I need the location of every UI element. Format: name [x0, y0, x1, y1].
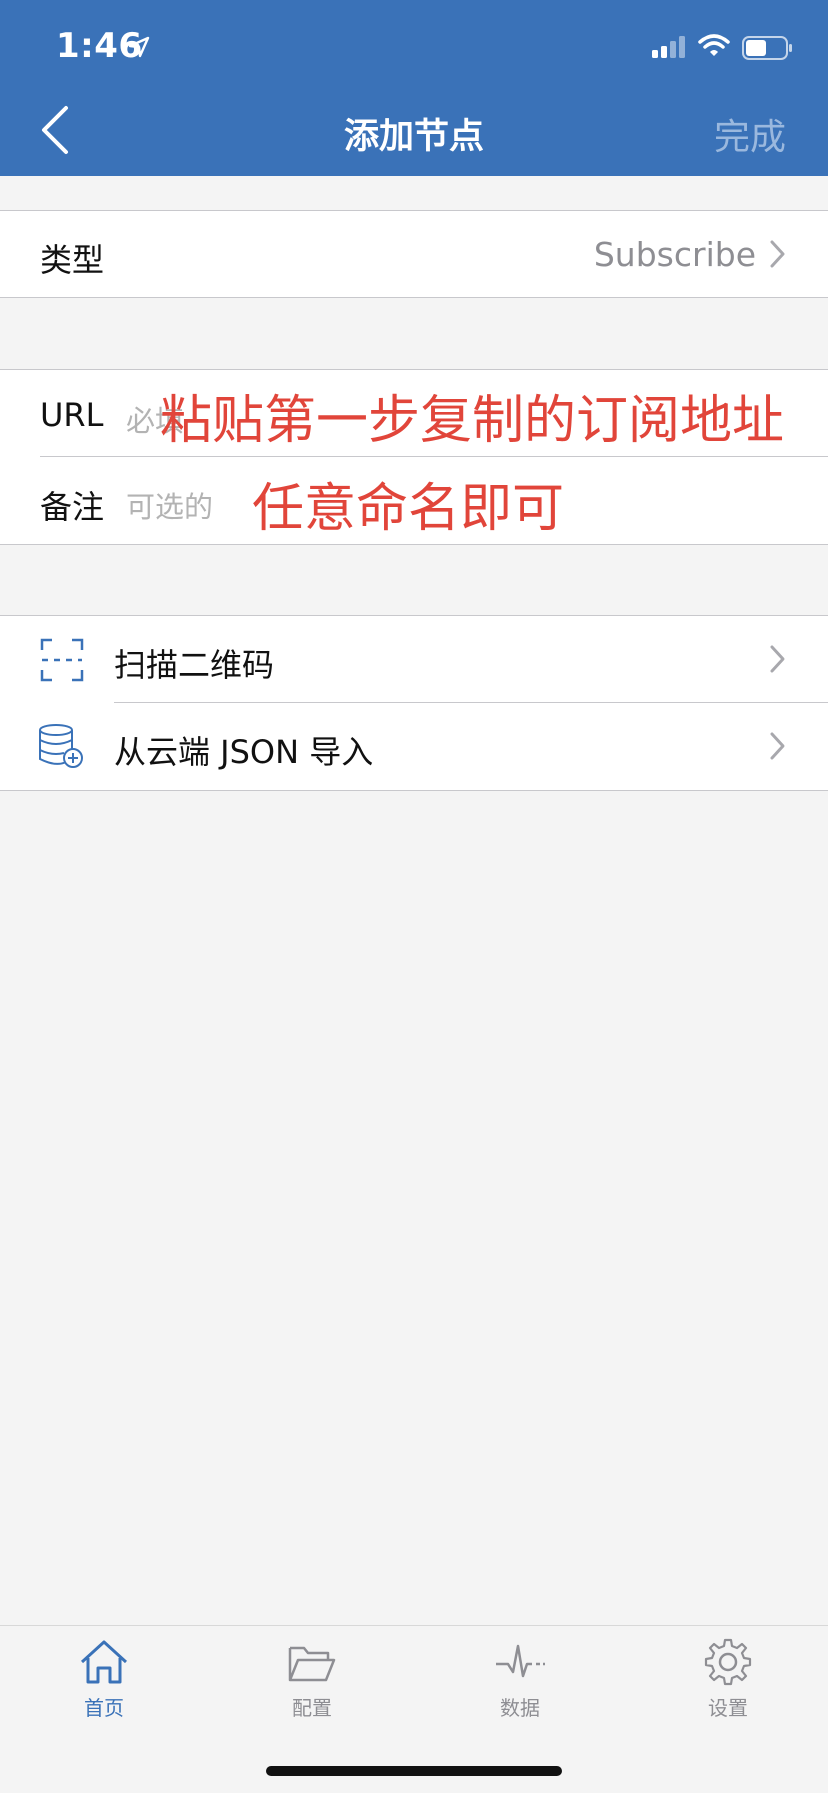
cloud-database-icon — [39, 724, 83, 768]
pulse-icon — [496, 1644, 545, 1678]
location-arrow-icon — [128, 36, 150, 58]
type-value: Subscribe — [593, 235, 756, 274]
type-row[interactable]: 类型 Subscribe — [0, 210, 828, 298]
tab-settings-label: 设置 — [708, 1696, 748, 1720]
tab-home[interactable]: 首页 — [39, 1638, 169, 1721]
chevron-right-icon — [770, 645, 785, 673]
page-title: 添加节点 — [343, 117, 484, 157]
chevron-right-icon — [770, 732, 785, 760]
import-json-label: 从云端 JSON 导入 — [114, 733, 374, 771]
tab-config-label: 配置 — [292, 1696, 332, 1720]
type-label: 类型 — [40, 241, 105, 279]
home-indicator — [266, 1766, 562, 1776]
tab-data-label: 数据 — [500, 1696, 540, 1720]
gear-icon — [704, 1638, 752, 1686]
tab-settings[interactable]: 设置 — [663, 1638, 793, 1721]
url-annotation: 粘贴第一步复制的订阅地址 — [160, 391, 785, 451]
note-label: 备注 — [40, 488, 105, 526]
home-icon — [80, 1640, 128, 1684]
tab-data[interactable]: 数据 — [455, 1638, 585, 1721]
note-annotation: 任意命名即可 — [252, 479, 565, 539]
folder-icon — [288, 1646, 336, 1682]
scan-qr-row[interactable]: 扫描二维码 — [0, 616, 828, 702]
chevron-right-icon — [770, 240, 785, 268]
import-json-row[interactable]: 从云端 JSON 导入 — [0, 703, 828, 789]
actions-group: 扫描二维码 从云端 JSON 导入 — [0, 615, 828, 791]
qr-scan-icon — [40, 638, 84, 682]
cellular-signal-icon — [652, 36, 685, 58]
note-input[interactable]: 可选的 — [126, 484, 213, 526]
tab-config[interactable]: 配置 — [247, 1638, 377, 1721]
done-button[interactable]: 完成 — [714, 108, 786, 160]
url-label: URL — [40, 396, 104, 434]
row-divider — [40, 456, 828, 457]
battery-icon — [742, 36, 792, 60]
tab-home-label: 首页 — [84, 1696, 124, 1720]
wifi-icon — [698, 34, 730, 56]
scan-qr-label: 扫描二维码 — [114, 646, 275, 684]
